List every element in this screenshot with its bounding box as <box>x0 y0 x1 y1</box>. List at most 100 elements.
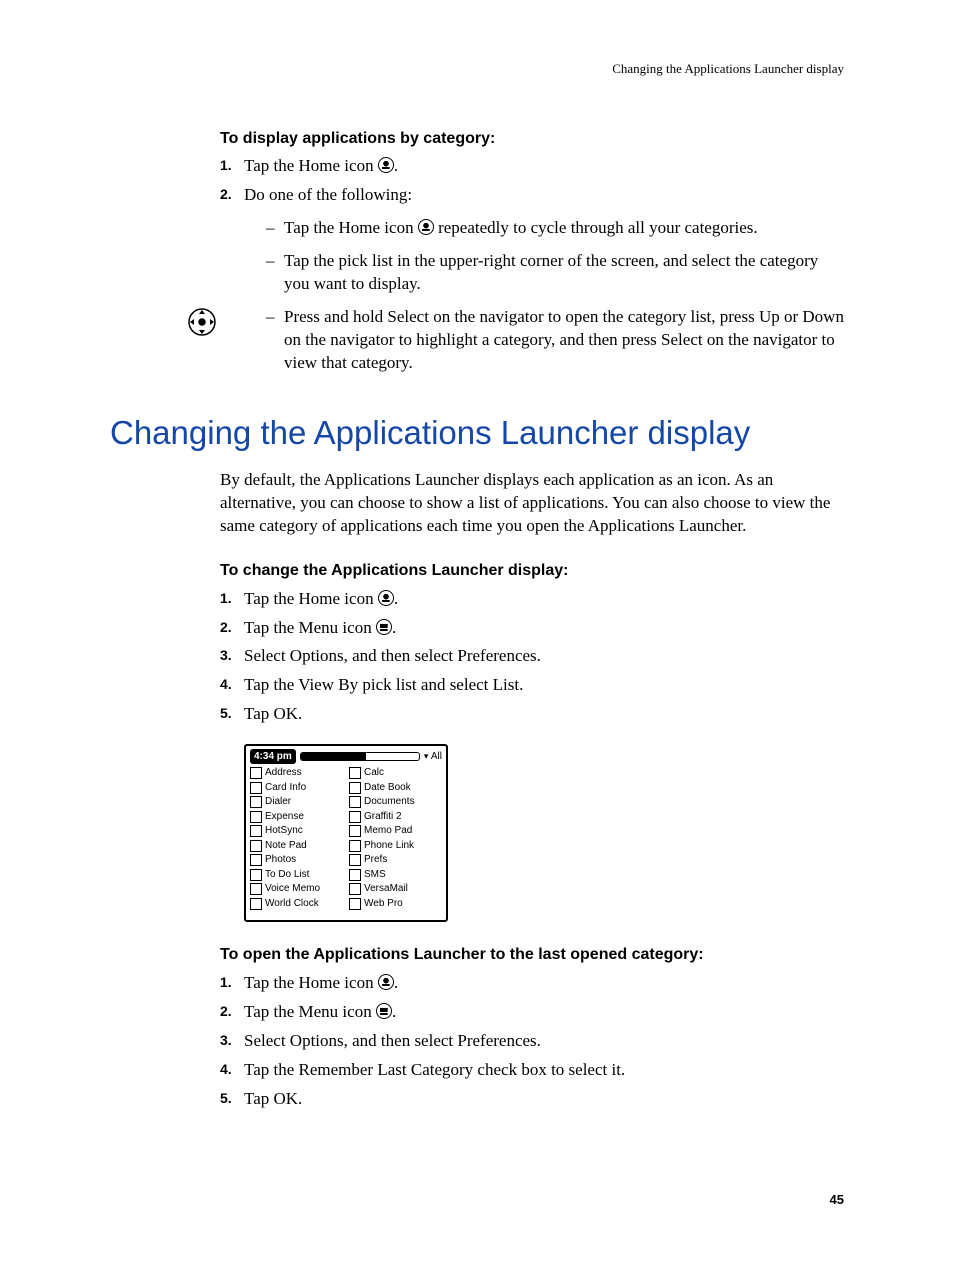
app-icon <box>250 869 262 881</box>
step-1: Tap the Home icon . <box>220 155 844 178</box>
app-icon <box>250 883 262 895</box>
step-c1-pre: Tap the Home icon <box>244 589 378 608</box>
palm-app-item: To Do List <box>250 868 343 882</box>
subhead-change-display: To change the Applications Launcher disp… <box>220 560 844 582</box>
step-1-text-post: . <box>394 156 398 175</box>
home-icon <box>378 157 394 173</box>
app-icon <box>349 840 361 852</box>
palm-app-item: Card Info <box>250 781 343 795</box>
palm-app-item: Phone Link <box>349 839 442 853</box>
palm-app-item: Memo Pad <box>349 824 442 838</box>
palm-app-item: Expense <box>250 810 343 824</box>
app-label: Address <box>265 766 302 780</box>
app-icon <box>250 840 262 852</box>
palm-app-item: VersaMail <box>349 882 442 896</box>
step-2: Do one of the following: Tap the Home ic… <box>220 184 844 375</box>
app-label: Voice Memo <box>265 882 320 896</box>
palm-app-item: Note Pad <box>250 839 343 853</box>
menu-icon <box>376 619 392 635</box>
option-3-text: Press and hold Select on the navigator t… <box>284 307 844 372</box>
step-c4: Tap the View By pick list and select Lis… <box>220 674 844 697</box>
home-icon <box>378 974 394 990</box>
palm-app-grid: AddressCalcCard InfoDate BookDialerDocum… <box>250 766 442 910</box>
step-l1-post: . <box>394 973 398 992</box>
app-label: HotSync <box>265 824 303 838</box>
step-l1: Tap the Home icon . <box>220 972 844 995</box>
app-icon <box>349 854 361 866</box>
step-l2: Tap the Menu icon . <box>220 1001 844 1024</box>
palm-app-item: Documents <box>349 795 442 809</box>
palm-time: 4:34 pm <box>250 749 296 765</box>
palm-app-item: HotSync <box>250 824 343 838</box>
app-label: Card Info <box>265 781 306 795</box>
subhead-last-category: To open the Applications Launcher to the… <box>220 944 844 966</box>
step-c1: Tap the Home icon . <box>220 588 844 611</box>
palm-app-item: Dialer <box>250 795 343 809</box>
step-c2-pre: Tap the Menu icon <box>244 618 376 637</box>
option-picklist: Tap the pick list in the upper-right cor… <box>266 250 844 296</box>
palm-app-item: Voice Memo <box>250 882 343 896</box>
page-title: Changing the Applications Launcher displ… <box>110 411 844 456</box>
app-label: Dialer <box>265 795 291 809</box>
app-icon <box>349 811 361 823</box>
page-number: 45 <box>110 1191 844 1209</box>
step-l2-pre: Tap the Menu icon <box>244 1002 376 1021</box>
step-c5: Tap OK. <box>220 703 844 726</box>
app-icon <box>250 767 262 779</box>
palm-screen: 4:34 pm All AddressCalcCard InfoDate Boo… <box>244 744 448 922</box>
step-c2-post: . <box>392 618 396 637</box>
option-navigator: Press and hold Select on the navigator t… <box>266 306 844 375</box>
palm-app-item: Address <box>250 766 343 780</box>
app-icon <box>349 782 361 794</box>
app-label: Photos <box>265 853 296 867</box>
step-2-intro: Do one of the following: <box>244 185 412 204</box>
palm-app-item: Prefs <box>349 853 442 867</box>
step-c2: Tap the Menu icon . <box>220 617 844 640</box>
step-c1-post: . <box>394 589 398 608</box>
option-1-pre: Tap the Home icon <box>284 218 418 237</box>
step-l5: Tap OK. <box>220 1088 844 1111</box>
app-label: Calc <box>364 766 384 780</box>
app-icon <box>250 796 262 808</box>
app-label: Note Pad <box>265 839 307 853</box>
app-label: Memo Pad <box>364 824 412 838</box>
app-label: Prefs <box>364 853 387 867</box>
app-label: Documents <box>364 795 415 809</box>
step-l2-post: . <box>392 1002 396 1021</box>
app-icon <box>250 898 262 910</box>
app-label: To Do List <box>265 868 309 882</box>
app-label: SMS <box>364 868 386 882</box>
palm-status-bar: 4:34 pm All <box>250 748 442 764</box>
palm-battery-bar <box>300 752 420 761</box>
palm-app-item: Photos <box>250 853 343 867</box>
launcher-screenshot: 4:34 pm All AddressCalcCard InfoDate Boo… <box>244 744 844 922</box>
step-c3: Select Options, and then select Preferen… <box>220 645 844 668</box>
option-cycle-categories: Tap the Home icon repeatedly to cycle th… <box>266 217 844 240</box>
app-icon <box>349 767 361 779</box>
app-icon <box>349 898 361 910</box>
steps-last-category: Tap the Home icon . Tap the Menu icon . … <box>220 972 844 1111</box>
palm-app-item: Web Pro <box>349 897 442 911</box>
menu-icon <box>376 1003 392 1019</box>
app-label: Phone Link <box>364 839 414 853</box>
steps-change-display: Tap the Home icon . Tap the Menu icon . … <box>220 588 844 727</box>
palm-app-item: Calc <box>349 766 442 780</box>
app-icon <box>250 825 262 837</box>
app-icon <box>349 796 361 808</box>
app-icon <box>349 825 361 837</box>
option-1-post: repeatedly to cycle through all your cat… <box>434 218 758 237</box>
app-icon <box>250 811 262 823</box>
home-icon <box>378 590 394 606</box>
step-2-options: Tap the Home icon repeatedly to cycle th… <box>266 217 844 375</box>
app-icon <box>250 782 262 794</box>
app-icon <box>250 854 262 866</box>
step-1-text-pre: Tap the Home icon <box>244 156 378 175</box>
app-label: VersaMail <box>364 882 408 896</box>
step-l4: Tap the Remember Last Category check box… <box>220 1059 844 1082</box>
intro-paragraph: By default, the Applications Launcher di… <box>220 469 844 538</box>
app-label: Web Pro <box>364 897 403 911</box>
app-icon <box>349 883 361 895</box>
app-label: Graffiti 2 <box>364 810 402 824</box>
app-icon <box>349 869 361 881</box>
palm-app-item: SMS <box>349 868 442 882</box>
